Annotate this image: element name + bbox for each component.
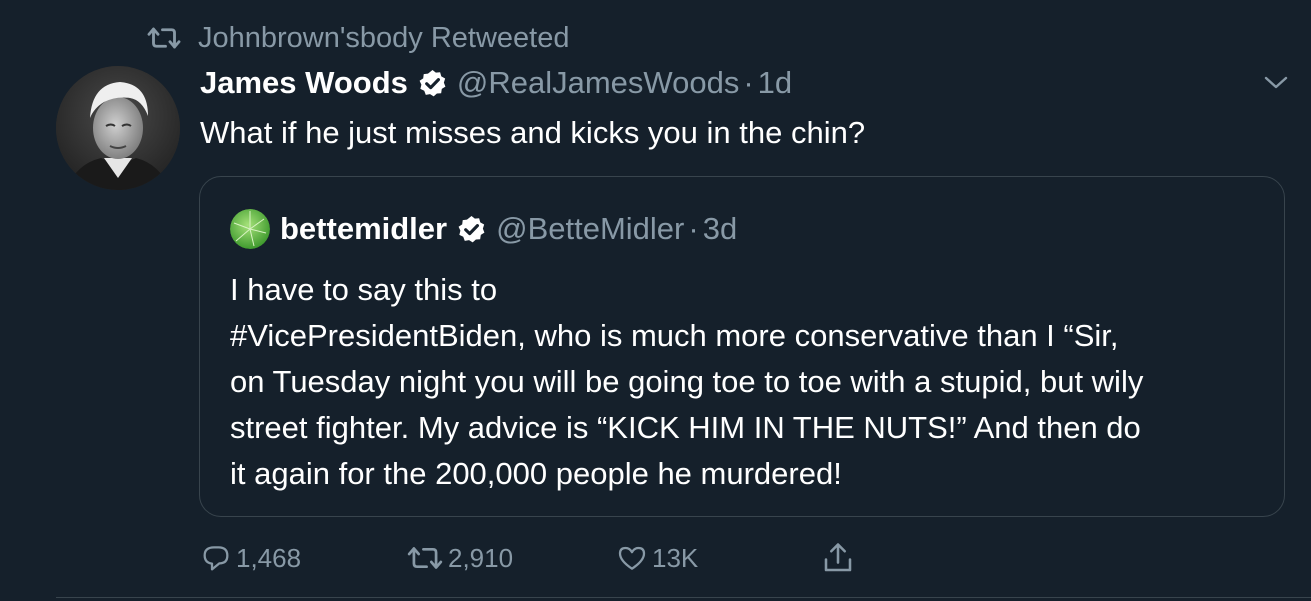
quoted-tweet-line: street fighter. My advice is “KICK HIM I… [230, 410, 1141, 445]
retweet-icon [407, 547, 443, 569]
tweet-header: James Woods @RealJamesWoods · 1d [200, 62, 792, 104]
retweet-icon [147, 27, 181, 49]
quoted-tweet-card[interactable]: bettemidler @BetteMidler · 3d I have to … [199, 176, 1285, 517]
tweet-timestamp[interactable]: 1d [758, 65, 792, 101]
retweet-context[interactable]: Johnbrown'sbody Retweeted [146, 20, 570, 56]
share-icon [824, 543, 852, 572]
tweet-text: What if he just misses and kicks you in … [200, 115, 866, 150]
author-avatar[interactable] [56, 66, 180, 190]
separator-dot: · [743, 65, 754, 100]
quoted-author-avatar[interactable] [230, 209, 270, 249]
like-count: 13K [652, 542, 699, 573]
quoted-tweet-line: it again for the 200,000 people he murde… [230, 456, 842, 491]
reply-count: 1,468 [236, 542, 302, 573]
quoted-tweet-text: I have to say this to #VicePresidentBide… [230, 267, 1270, 497]
heart-icon [618, 546, 646, 570]
tweet-divider [56, 597, 1311, 598]
quoted-tweet-header: bettemidler @BetteMidler · 3d [230, 207, 737, 251]
like-button[interactable]: 13K [616, 537, 698, 579]
author-handle[interactable]: @RealJamesWoods [457, 65, 739, 101]
quoted-tweet-line: I have to say this to [230, 272, 498, 307]
author-avatar-image [56, 66, 180, 190]
quoted-author-handle: @BetteMidler [496, 211, 685, 246]
tweet-action-bar: 1,468 2,910 13K [200, 537, 900, 579]
verified-badge-icon [458, 215, 485, 242]
reply-icon [203, 546, 229, 571]
quoted-tweet-line: on Tuesday night you will be going toe t… [230, 364, 1144, 399]
quoted-tweet-timestamp: 3d [702, 211, 738, 246]
quoted-author-display-name: bettemidler [280, 211, 448, 246]
retweet-button[interactable]: 2,910 [406, 537, 513, 579]
retweet-count: 2,910 [448, 542, 514, 573]
chevron-down-icon[interactable] [1262, 72, 1290, 92]
verified-badge-icon [419, 69, 446, 96]
separator-dot: · [688, 211, 699, 246]
share-button[interactable] [820, 537, 860, 579]
author-display-name[interactable]: James Woods [200, 65, 408, 101]
reply-button[interactable]: 1,468 [200, 537, 301, 579]
quoted-tweet-line: #VicePresidentBiden, who is much more co… [230, 318, 1119, 353]
retweeted-by-label: Johnbrown'sbody Retweeted [198, 21, 570, 54]
